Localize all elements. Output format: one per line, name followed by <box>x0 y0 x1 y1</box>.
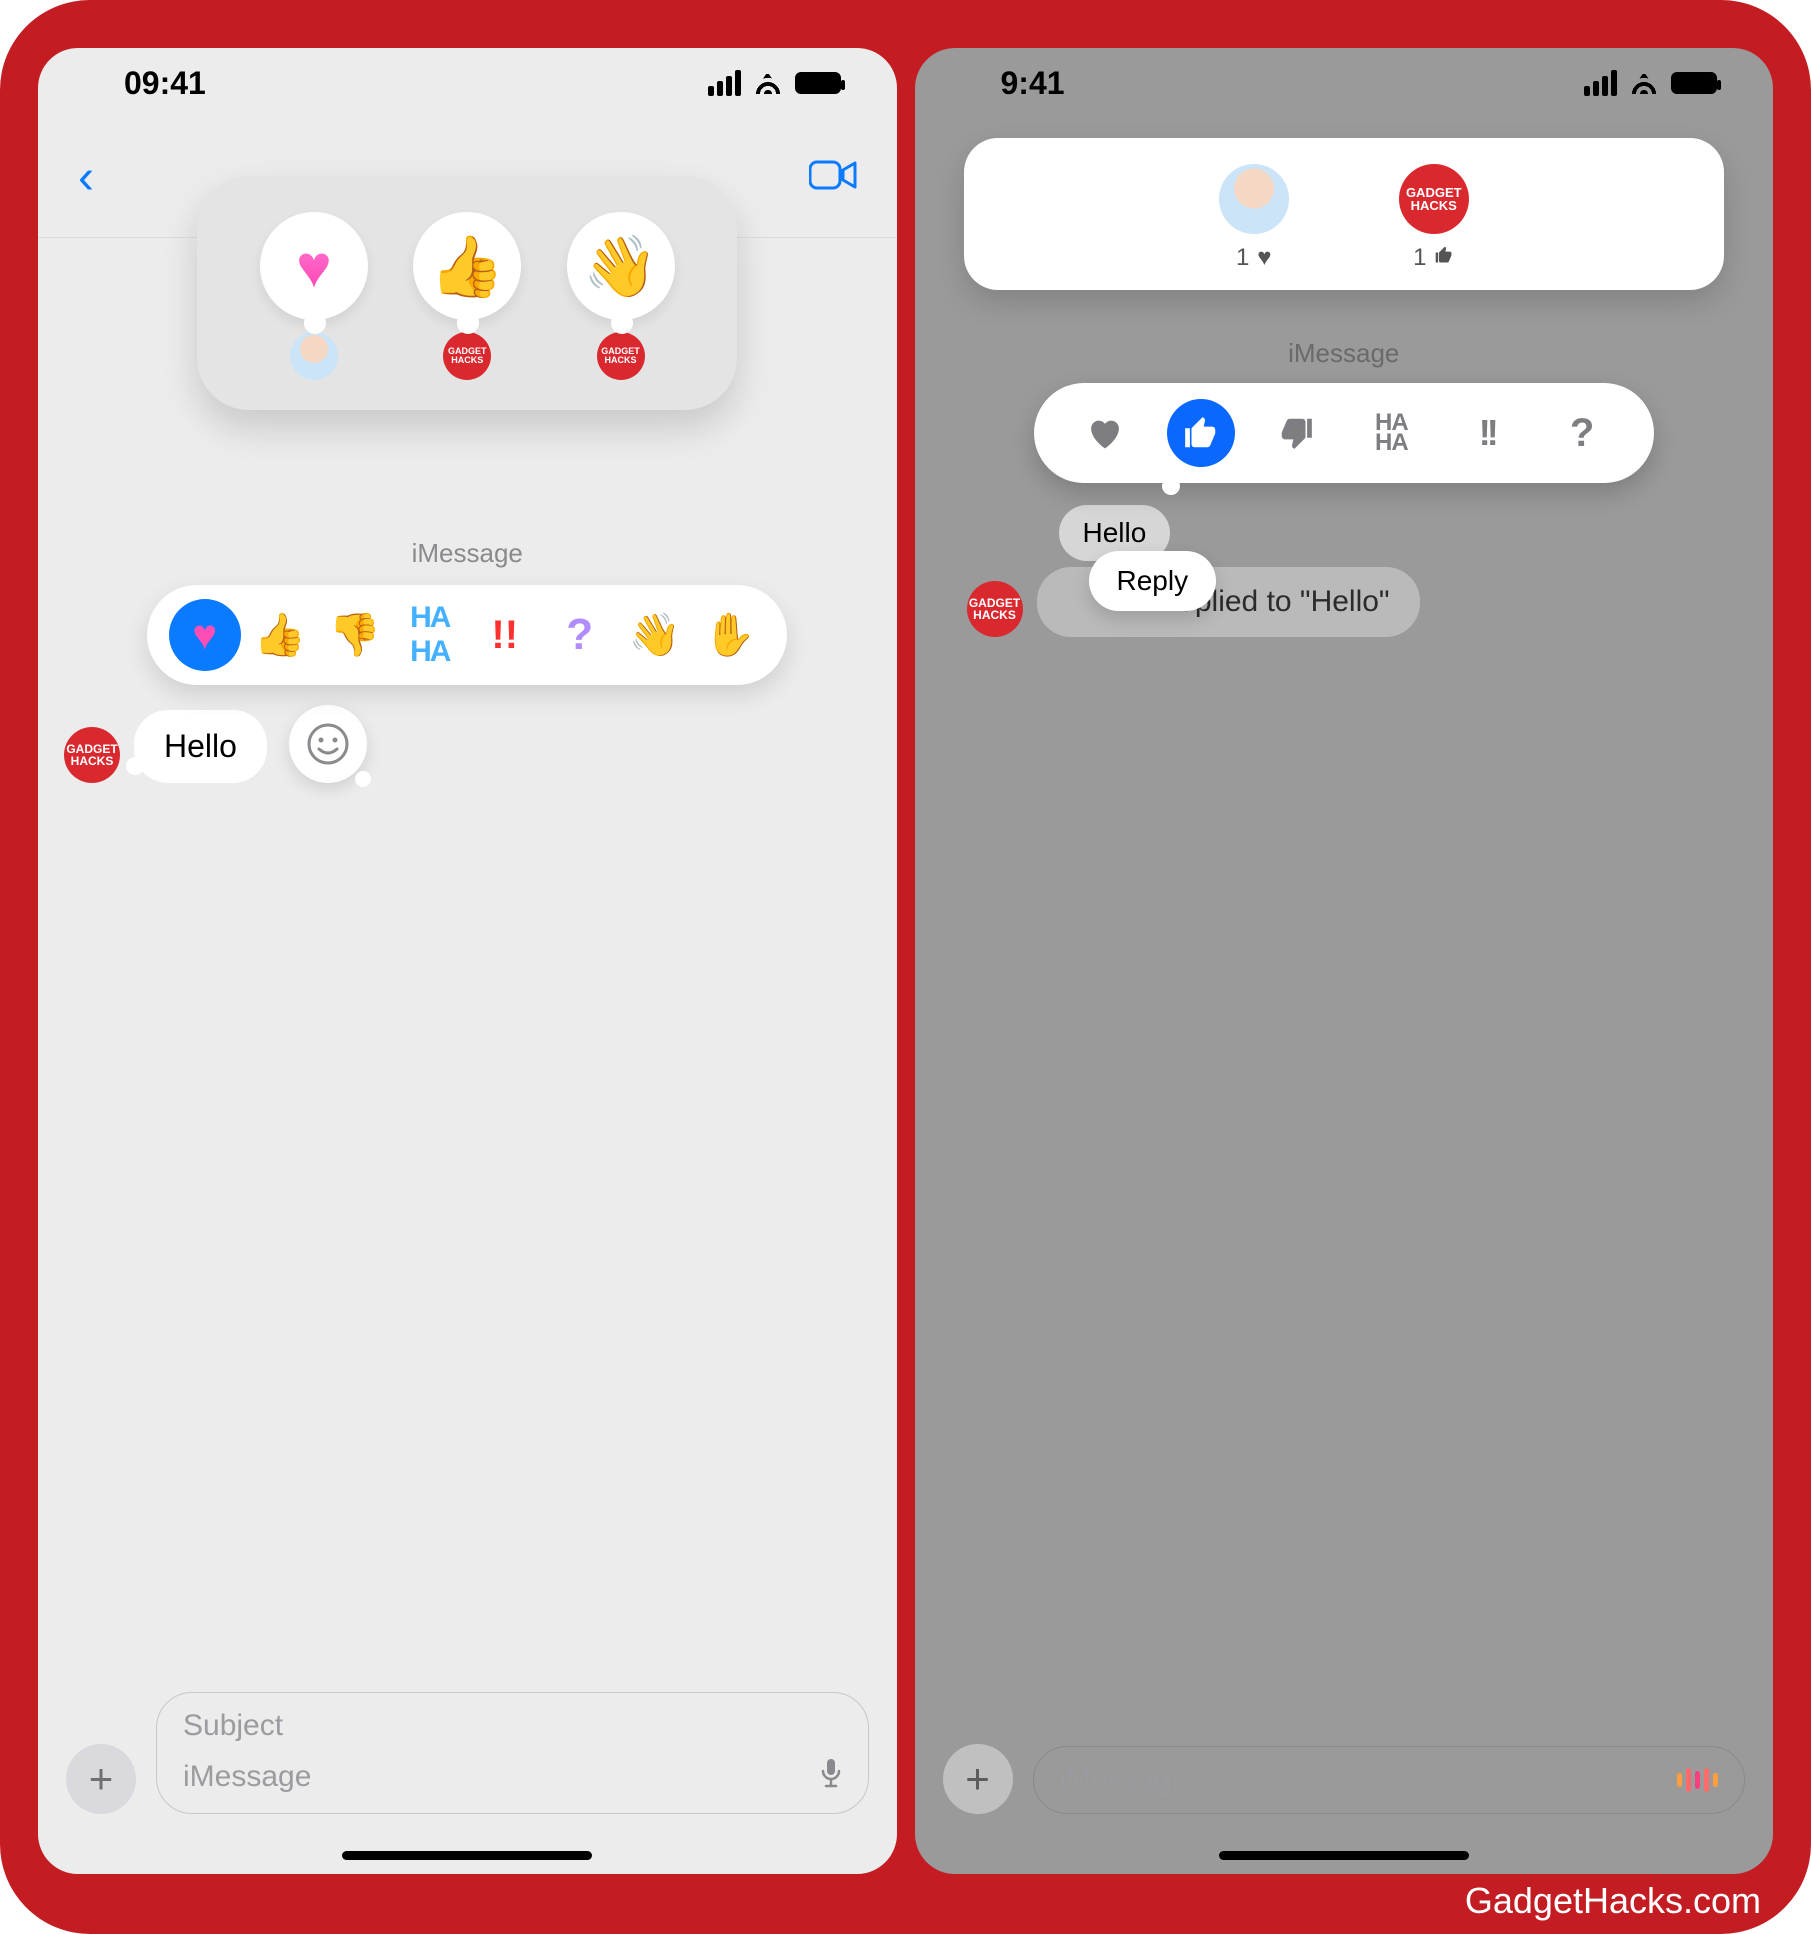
red-frame: 09:41 ‹ ♥ 👍 GADGETHACKS 👋 <box>0 0 1811 1934</box>
compose-box[interactable]: iMessage <box>1033 1746 1746 1814</box>
status-time: 09:41 <box>124 65 206 102</box>
composer: + iMessage <box>915 1744 1774 1814</box>
phone-left: 09:41 ‹ ♥ 👍 GADGETHACKS 👋 <box>38 48 897 1874</box>
tapback-heart[interactable]: ♥ <box>169 599 241 671</box>
sender-avatar[interactable]: GADGETHACKS <box>64 727 120 783</box>
heart-bubble: ♥ <box>260 212 368 320</box>
reply-button[interactable]: Reply <box>1089 551 1217 611</box>
facetime-button[interactable] <box>809 159 857 196</box>
tapback-haha[interactable]: HAHA <box>1357 399 1425 467</box>
thread-label: iMessage <box>38 538 897 569</box>
dictation-icon[interactable] <box>820 1757 842 1797</box>
tapback-thumbs-up[interactable]: 👍 <box>244 599 316 671</box>
tapback-question[interactable]: ? <box>1548 399 1616 467</box>
tapback-thumbs-down[interactable]: 👎 <box>319 599 391 671</box>
message-row: GADGETHACKS Hello <box>64 705 897 783</box>
tapback-picker-mono: HAHA !! ? <box>1034 383 1654 483</box>
memoji-avatar <box>290 332 338 380</box>
message-field[interactable]: iMessage <box>1060 1763 1188 1797</box>
tapback-heart[interactable] <box>1071 399 1139 467</box>
apps-button[interactable]: + <box>66 1744 136 1814</box>
apps-button[interactable]: + <box>943 1744 1013 1814</box>
reactor-count: 1 <box>1413 244 1454 272</box>
reactors-card[interactable]: 1 ♥ GADGETHACKS 1 <box>964 138 1724 290</box>
composer: + Subject iMessage <box>38 1692 897 1814</box>
wifi-icon <box>753 72 783 94</box>
wave-bubble: 👋 <box>567 212 675 320</box>
status-icons <box>708 70 841 96</box>
phone-right: 9:41 1 ♥ GADGETHACKS 1 <box>915 48 1774 1874</box>
sender-avatar[interactable]: GADGETHACKS <box>967 581 1023 637</box>
wifi-icon <box>1629 72 1659 94</box>
summary-item-wave[interactable]: 👋 GADGETHACKS <box>567 212 675 380</box>
home-indicator[interactable] <box>342 1851 592 1860</box>
thumbs-up-bubble: 👍 <box>413 212 521 320</box>
status-icons <box>1584 70 1717 96</box>
cellular-icon <box>708 70 741 96</box>
summary-item-heart[interactable]: ♥ <box>260 212 368 380</box>
watermark: GadgetHacks.com <box>1465 1880 1761 1922</box>
dictation-icon[interactable] <box>1677 1768 1718 1792</box>
tapback-summary-card[interactable]: ♥ 👍 GADGETHACKS 👋 GADGETHACKS <box>197 176 737 410</box>
reactor-count: 1 ♥ <box>1236 244 1272 272</box>
tapback-picker: ♥ 👍 👎 HAHA !! ? 👋 ✋ <box>147 585 787 685</box>
gadgethacks-avatar: GADGETHACKS <box>443 332 491 380</box>
battery-icon <box>795 72 841 94</box>
emoji-picker-button[interactable] <box>289 705 367 783</box>
subject-field[interactable]: Subject <box>183 1709 283 1743</box>
home-indicator[interactable] <box>1219 1851 1469 1860</box>
tapback-question[interactable]: ? <box>544 599 616 671</box>
status-time: 9:41 <box>1001 65 1065 102</box>
reactor-memoji[interactable]: 1 ♥ <box>1219 164 1289 272</box>
cellular-icon <box>1584 70 1617 96</box>
heart-icon: ♥ <box>1257 244 1271 272</box>
memoji-avatar <box>1219 164 1289 234</box>
status-bar: 09:41 <box>38 48 897 118</box>
gadgethacks-avatar: GADGETHACKS <box>597 332 645 380</box>
summary-item-thumbs-up[interactable]: 👍 GADGETHACKS <box>413 212 521 380</box>
message-bubble[interactable]: Hello <box>134 710 267 783</box>
tapback-thumbs-down[interactable] <box>1262 399 1330 467</box>
thread-label: iMessage <box>915 338 1774 369</box>
status-bar: 9:41 <box>915 48 1774 118</box>
tapback-hand[interactable]: ✋ <box>694 599 766 671</box>
reactor-gadgethacks[interactable]: GADGETHACKS 1 <box>1399 164 1469 272</box>
gadgethacks-avatar: GADGETHACKS <box>1399 164 1469 234</box>
tapback-haha[interactable]: HAHA <box>394 599 466 671</box>
tapback-exclaim[interactable]: !! <box>1453 399 1521 467</box>
tapback-thumbs-up[interactable] <box>1167 399 1235 467</box>
message-text: Hello <box>164 728 237 764</box>
thumbs-up-icon <box>1434 244 1454 272</box>
tapback-exclaim[interactable]: !! <box>469 599 541 671</box>
back-button[interactable]: ‹ <box>78 150 94 205</box>
tapback-wave[interactable]: 👋 <box>619 599 691 671</box>
battery-icon <box>1671 72 1717 94</box>
compose-box[interactable]: Subject iMessage <box>156 1692 869 1814</box>
message-field[interactable]: iMessage <box>183 1760 311 1794</box>
message-area: Hello Reply GADGETHACKS Replied to "Hell… <box>941 511 1774 637</box>
